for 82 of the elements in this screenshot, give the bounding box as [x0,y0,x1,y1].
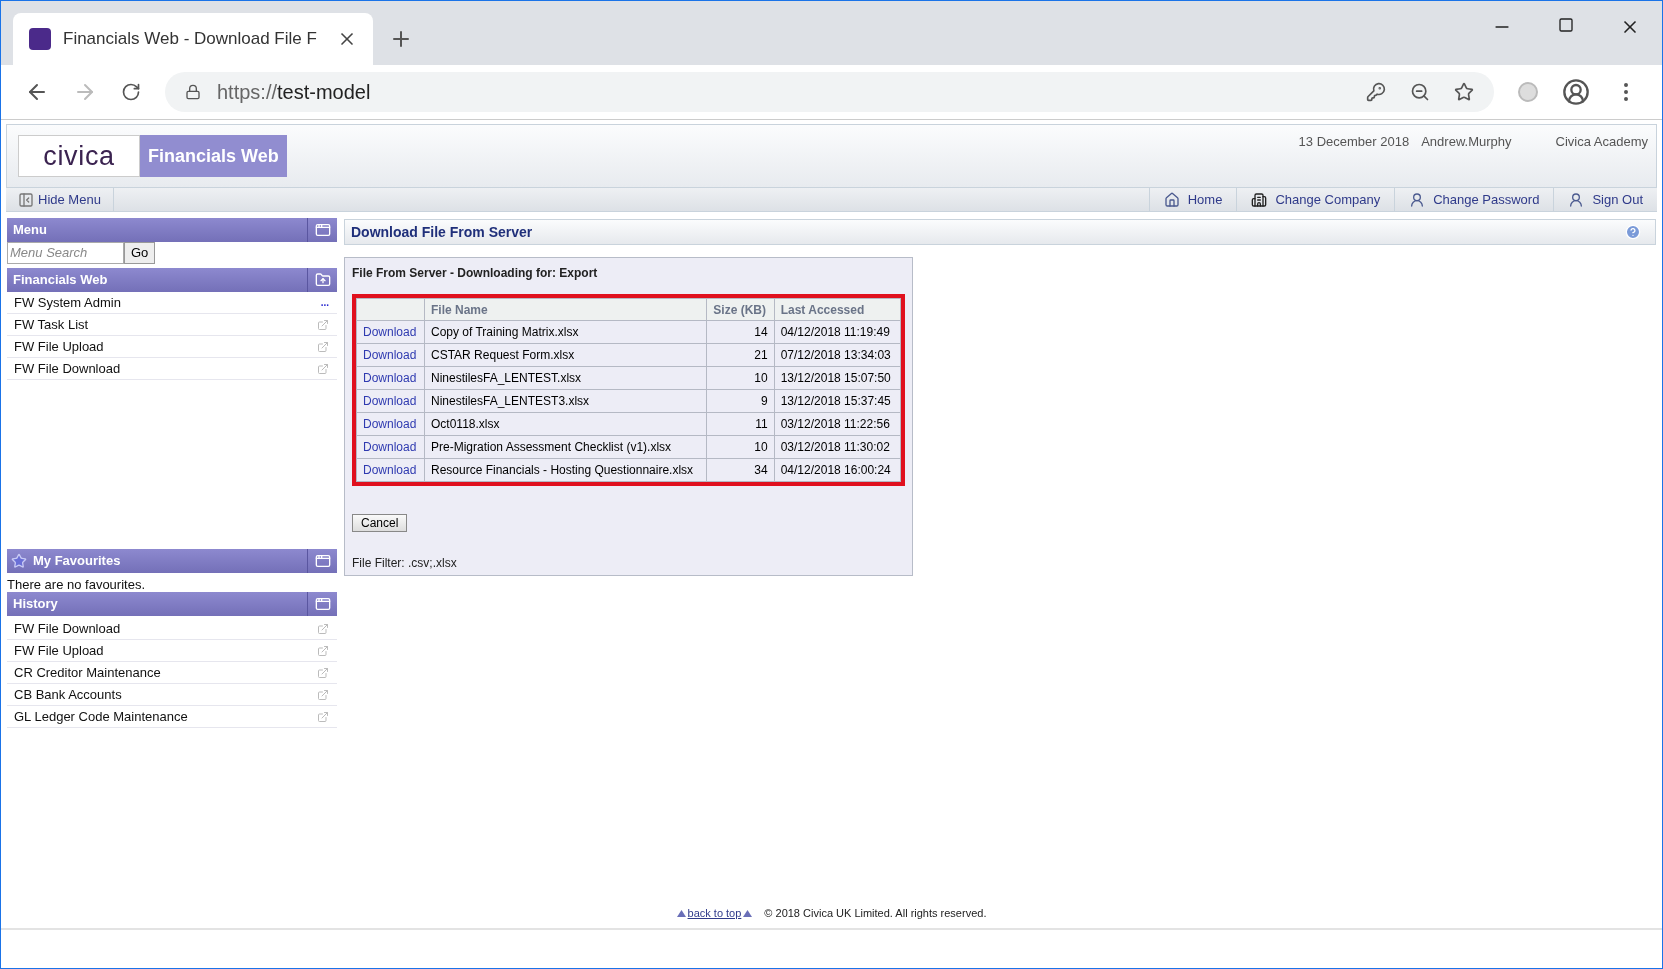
file-filter-text: File Filter: .csv;.xlsx [352,555,458,572]
size-cell: 34 [706,458,775,482]
hide-menu-button[interactable]: Hide Menu [6,188,114,211]
sidebar-item[interactable]: FW System Admin ... [7,292,337,314]
nav-link[interactable]: Sign Out [1553,188,1657,211]
nav-link[interactable]: Change Password [1394,188,1554,211]
back-to-top-link[interactable]: back to top [687,904,742,922]
go-button[interactable]: Go [124,242,156,264]
product-name: Financials Web [140,135,287,177]
panel-title: History [13,595,59,614]
sidebar-item[interactable]: CR Creditor Maintenance [7,662,337,684]
last-accessed-cell: 13/12/2018 15:07:50 [774,366,901,390]
file-name-cell: NinestilesFA_LENTEST3.xlsx [424,389,707,413]
column-header: Size (KB) [706,298,775,321]
file-name-cell: Pre-Migration Assessment Checklist (v1).xlsx [424,435,707,459]
file-name-cell: CSTAR Request Form.xlsx [424,343,707,367]
sidebar-item[interactable]: CB Bank Accounts [7,684,337,706]
folder-icon[interactable] [314,272,331,288]
bookmark-star-icon[interactable] [1454,82,1474,102]
company-name: Civica Academy [1555,133,1648,151]
size-cell: 9 [706,389,775,413]
last-accessed-cell: 13/12/2018 15:37:45 [774,389,901,413]
size-cell: 10 [706,366,775,390]
panel-title: Menu [13,221,48,240]
window-icon[interactable] [314,222,331,238]
more-marker[interactable]: ... [320,297,329,308]
user-icon [1409,191,1426,208]
panel-title: My Favourites [33,552,122,571]
page-title: Download File From Server [351,222,533,242]
copyright-text: © 2018 Civica UK Limited. All rights reserved. [764,905,987,921]
address-bar[interactable]: https://test-model [165,72,1494,112]
file-name-cell: Copy of Training Matrix.xlsx [424,320,707,344]
column-header: File Name [424,298,707,321]
last-accessed-cell: 03/12/2018 11:22:56 [774,412,901,436]
sidebar-item[interactable]: FW File Download [7,358,337,380]
browser-tab[interactable]: Financials Web - Download File F [13,13,373,65]
panel-title: Financials Web [13,271,109,290]
user-name: Andrew.Murphy [1421,133,1512,151]
size-cell: 21 [706,343,775,367]
up-arrow-icon [743,909,753,917]
size-cell: 11 [706,412,775,436]
reload-icon[interactable] [121,82,141,102]
star-icon [11,553,27,569]
url-text: https://test-model [217,80,371,105]
sidebar-item[interactable]: FW File Upload [7,336,337,358]
sidebar-item[interactable]: FW File Download [7,618,337,640]
site-favicon [29,28,51,50]
hide-menu-icon [18,191,34,208]
help-icon[interactable] [1625,224,1641,240]
column-header: Last Accessed [774,298,901,321]
user-icon [1568,191,1585,208]
lock-icon [185,84,201,100]
profile-icon[interactable] [1562,78,1590,106]
panel-heading: File From Server - Downloading for: Export [352,265,599,282]
window-icon[interactable] [314,596,331,612]
nav-link[interactable]: Home [1148,188,1237,211]
sidebar-item[interactable]: FW Task List [7,314,337,336]
window-icon[interactable] [314,553,331,569]
file-name-cell: NinestilesFA_LENTEST.xlsx [424,366,707,390]
size-cell: 14 [706,320,775,344]
last-accessed-cell: 04/12/2018 11:19:49 [774,320,901,344]
size-cell: 10 [706,435,775,459]
company-logo: civica [18,135,140,177]
nav-link[interactable]: Change Company [1236,188,1395,211]
file-name-cell: Resource Financials - Hosting Questionnaire.xlsx [424,458,707,482]
key-icon[interactable] [1366,82,1386,102]
menu-search-field[interactable]: Menu Search [7,242,124,264]
up-arrow-icon [676,909,686,917]
cancel-button[interactable]: Cancel [352,514,408,532]
current-date: 13 December 2018 [1298,133,1410,151]
tab-title: Financials Web - Download File F [63,28,318,51]
building-icon [1251,191,1268,208]
file-name-cell: Oct0118.xlsx [424,412,707,436]
last-accessed-cell: 07/12/2018 13:34:03 [774,343,901,367]
last-accessed-cell: 04/12/2018 16:00:24 [774,458,901,482]
maximize-icon[interactable] [1558,17,1574,33]
zoom-out-icon[interactable] [1410,82,1430,102]
empty-favourites-text: There are no favourites. [7,578,147,592]
sidebar-item[interactable]: FW File Upload [7,640,337,662]
sidebar-item[interactable]: GL Ledger Code Maintenance [7,706,337,728]
home-icon [1163,191,1180,208]
last-accessed-cell: 03/12/2018 11:30:02 [774,435,901,459]
